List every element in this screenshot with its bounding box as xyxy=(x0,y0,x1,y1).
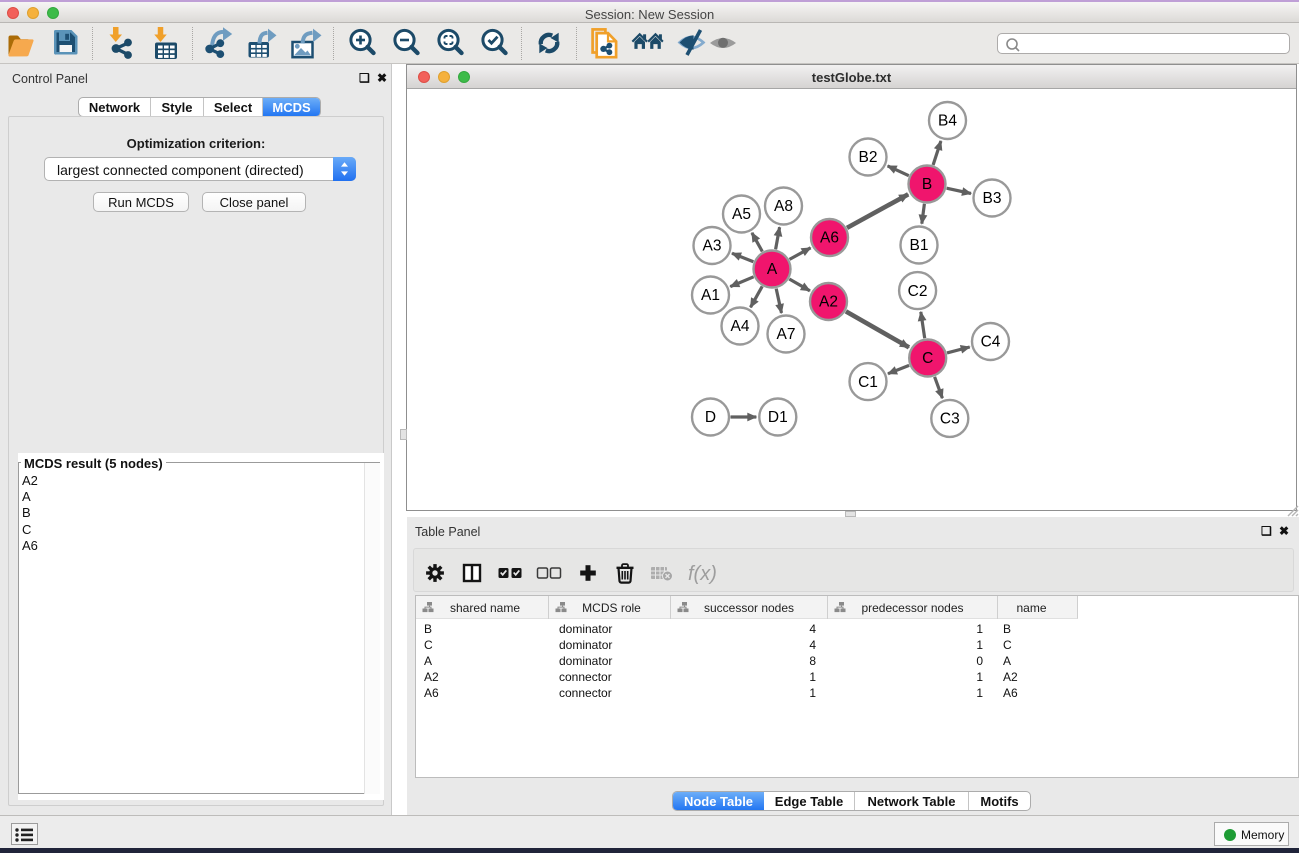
svg-text:A6: A6 xyxy=(820,230,839,247)
svg-text:C4: C4 xyxy=(981,334,1001,351)
svg-text:B2: B2 xyxy=(859,149,878,166)
svg-text:D1: D1 xyxy=(768,409,788,426)
svg-text:A: A xyxy=(767,261,778,278)
svg-text:A4: A4 xyxy=(731,318,750,335)
svg-text:C1: C1 xyxy=(858,374,878,391)
svg-text:A1: A1 xyxy=(701,287,720,304)
svg-text:C2: C2 xyxy=(908,283,928,300)
svg-text:B: B xyxy=(922,176,932,193)
svg-text:A8: A8 xyxy=(774,198,793,215)
svg-text:C3: C3 xyxy=(940,411,960,428)
svg-text:D: D xyxy=(705,409,716,426)
svg-text:B3: B3 xyxy=(983,190,1002,207)
svg-text:C: C xyxy=(922,350,933,367)
svg-text:A3: A3 xyxy=(703,238,722,255)
svg-text:A7: A7 xyxy=(777,326,796,343)
svg-text:A5: A5 xyxy=(732,206,751,223)
svg-text:A2: A2 xyxy=(819,294,838,311)
svg-text:f(x): f(x) xyxy=(688,563,717,585)
svg-text:B4: B4 xyxy=(938,113,957,130)
svg-text:B1: B1 xyxy=(910,237,929,254)
